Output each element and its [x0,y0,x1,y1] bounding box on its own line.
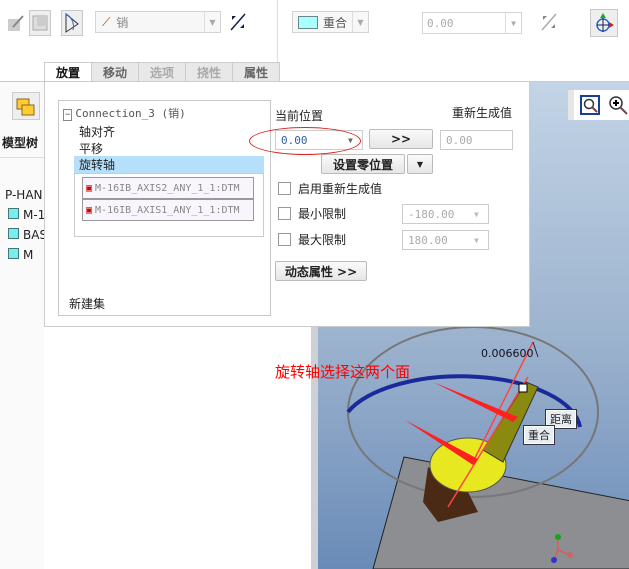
tab-placement[interactable]: 放置 [44,62,92,82]
coincident-icon [298,15,318,29]
regen-value-input[interactable]: 0.00 [440,130,513,150]
set-zero-dropdown[interactable]: ▼ [407,154,433,174]
chevron-down-icon: ▼ [505,13,521,33]
part-icon [8,228,19,239]
angle-icon[interactable] [61,10,83,36]
tree-item[interactable]: BAS [8,228,47,242]
chevron-down-icon: ▼ [204,12,220,32]
coincident-tag[interactable]: 重合 [523,425,555,445]
part-icon [8,248,19,259]
surface-reference-icon: ▣ [86,182,93,194]
chevron-down-icon: ▼ [474,235,479,245]
constraint-type-select[interactable]: 重合 ▼ [292,11,369,33]
collapse-icon[interactable]: − [63,109,73,121]
tab-flexibility[interactable]: 挠性 [185,62,233,82]
model-tree-panel: 模型树 P-HAN M-1 BAS M [0,82,47,569]
tree-item-label: M [23,248,34,262]
toolbar: ⟋ 销 ▼ 重合 ▼ 0.00 ▼ [0,0,629,62]
tab-properties[interactable]: 属性 [232,62,280,82]
offset-value: 0.00 [427,16,454,30]
constraint-rotation-axis[interactable]: 旋转轴 [74,156,264,173]
annotation-text: 旋转轴选择这两个面 [275,363,411,381]
new-set-link[interactable]: 新建集 [69,295,105,312]
constraint-tree: − Connection_3 (销) 轴对齐 平移 旋转轴 ▣ M-16IB_AXI… [58,100,271,316]
constraint-type-value: 重合 [323,15,348,30]
constraint-axis-align[interactable]: 轴对齐 [79,123,115,140]
copy-position-button[interactable]: >> [369,129,433,149]
drag-handle[interactable] [518,383,528,393]
part-icon [8,208,19,219]
connection-label: Connection_3 (销) [75,107,186,120]
tab-options[interactable]: 选项 [138,62,186,82]
max-limit-value: 180.00 [408,233,448,247]
flip-icon[interactable] [229,12,247,32]
arrow-annotation [433,382,518,422]
offset-input[interactable]: 0.00 ▼ [422,12,522,34]
folder-tab-icon[interactable] [12,92,40,120]
set-zero-position-button[interactable]: 设置零位置 [321,154,405,174]
current-position-label: 当前位置 [275,109,324,123]
constraint-translation[interactable]: 平移 [79,140,103,157]
dashboard-tabs: 放置 移动 选项 挠性 属性 [44,62,280,82]
connection-type-value: 销 [116,15,129,30]
flip-offset-icon[interactable] [540,12,558,32]
dynamic-properties-button[interactable]: 动态属性 >> [275,261,367,281]
min-limit-label: 最小限制 [298,207,347,221]
tree-item-label: M-1 [23,208,46,222]
reference-collector: ▣ M-16IB_AXIS2_ANY_1_1:DTM ▣ M-16IB_AXIS1_… [74,173,264,237]
max-limit-label: 最大限制 [298,233,347,247]
edit-icon[interactable] [4,10,26,36]
tab-move[interactable]: 移动 [91,62,139,82]
surface-icon[interactable] [29,10,51,36]
tree-item[interactable]: P-HAN [5,188,43,202]
reference-item[interactable]: ▣ M-16IB_AXIS2_ANY_1_1:DTM [82,177,254,199]
reference-label: M-16IB_AXIS1_ANY_1_1:DTM [95,204,240,216]
min-limit-input[interactable]: -180.00 ▼ [402,204,489,224]
chevron-down-icon: ▼ [352,12,368,32]
dimension-label: 0.006600 [481,347,534,360]
connection-node[interactable]: − Connection_3 (销) [63,105,186,121]
regen-value-label: 重新生成值 [452,106,513,120]
enable-regen-label: 启用重新生成值 [298,182,383,196]
dimension-line [532,341,539,358]
tree-item[interactable]: M-1 [8,208,45,222]
chevron-down-icon: ▼ [416,159,424,169]
max-limit-checkbox[interactable] [278,233,291,246]
dragger-icon[interactable] [590,9,618,37]
robot-arm [482,381,539,463]
connection-type-select[interactable]: ⟋ 销 ▼ [95,11,221,33]
chevron-down-icon: ▼ [474,209,479,219]
divider [0,157,44,158]
reference-item[interactable]: ▣ M-16IB_AXIS1_ANY_1_1:DTM [82,199,254,221]
reference-label: M-16IB_AXIS2_ANY_1_1:DTM [95,182,240,194]
enable-regen-checkbox[interactable] [278,182,291,195]
min-limit-value: -180.00 [408,207,455,221]
tree-item[interactable]: M [8,248,33,262]
highlight-ellipse [249,127,361,155]
model-tree-title: 模型树 [2,136,39,150]
separator [277,0,278,62]
max-limit-input[interactable]: 180.00 ▼ [402,230,489,250]
pin-icon: ⟋ [102,14,111,29]
surface-reference-icon: ▣ [86,204,93,216]
min-limit-checkbox[interactable] [278,207,291,220]
